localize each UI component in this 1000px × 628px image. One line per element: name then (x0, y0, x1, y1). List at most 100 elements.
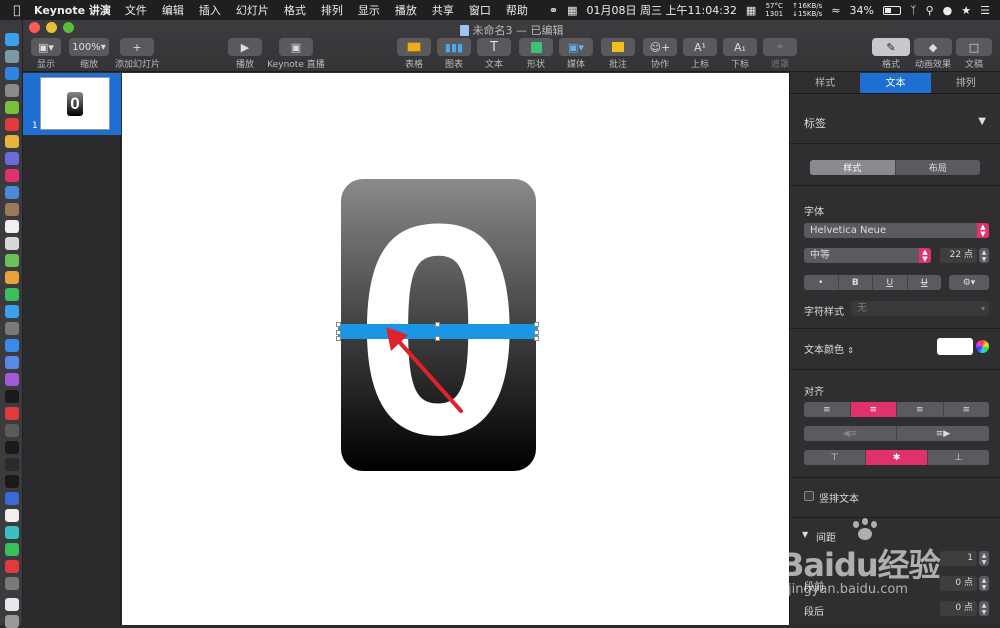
chrome-icon[interactable] (5, 135, 19, 148)
notification-icon[interactable]: ● (943, 4, 953, 17)
music-icon[interactable] (5, 356, 19, 369)
app-icon[interactable] (5, 152, 19, 165)
tab-text[interactable]: 文本 (860, 73, 931, 93)
text-options-button[interactable]: ⚙▾ (949, 275, 989, 290)
increase-indent-icon[interactable]: ≡▶ (897, 426, 989, 441)
slide[interactable]: 0 (122, 73, 789, 625)
rocket-icon[interactable] (5, 84, 19, 97)
apple-menu-icon[interactable]:  (0, 3, 34, 17)
align-middle-icon[interactable]: ✱ (866, 450, 928, 465)
tab-style[interactable]: 样式 (790, 73, 860, 93)
slide-thumbnail-image[interactable]: 0 (40, 77, 110, 130)
battery-icon[interactable] (882, 5, 901, 15)
strikethrough-button[interactable]: U (908, 275, 942, 290)
align-justify-icon[interactable]: ≡ (944, 402, 990, 417)
star-icon[interactable]: ★ (961, 4, 971, 17)
app-icon[interactable] (5, 203, 19, 216)
tv-icon[interactable] (5, 390, 19, 403)
underline-button[interactable]: U (873, 275, 908, 290)
character-options-icon[interactable]: • (804, 275, 839, 290)
comment-button[interactable]: 批注 (601, 38, 635, 70)
subtab-style[interactable]: 样式 (810, 160, 896, 175)
document-button[interactable]: □ 文稿 (955, 38, 993, 70)
tab-arrange[interactable]: 排列 (931, 73, 1000, 93)
app-icon[interactable] (5, 526, 19, 539)
activity-icon[interactable] (5, 458, 19, 471)
align-center-icon[interactable]: ≡ (850, 402, 897, 417)
chevron-down-icon[interactable]: ▼ (978, 116, 986, 127)
bluetooth-icon[interactable]: ᛉ (910, 4, 917, 17)
app-icon[interactable] (5, 169, 19, 182)
color-wheel-icon[interactable] (976, 340, 989, 353)
app-icon[interactable] (5, 305, 19, 318)
menu-file[interactable]: 文件 (125, 2, 147, 18)
before-paragraph-stepper[interactable]: ▲ ▼ (979, 576, 989, 591)
app-icon[interactable] (5, 254, 19, 267)
font-size-stepper[interactable]: ▲ ▼ (979, 248, 989, 263)
slide-thumbnail-selected[interactable]: 0 1 (23, 73, 121, 135)
zoom-button[interactable]: 100% ▾ 缩放 (67, 38, 111, 70)
yandex-icon[interactable] (5, 509, 19, 522)
menu-insert[interactable]: 插入 (199, 2, 221, 18)
animate-button[interactable]: ◆ 动画效果 (913, 38, 953, 70)
vertical-text-checkbox[interactable] (804, 491, 814, 501)
terminal-icon[interactable] (5, 441, 19, 454)
app-icon[interactable] (5, 186, 19, 199)
menu-help[interactable]: 帮助 (506, 2, 528, 18)
menu-share[interactable]: 共享 (432, 2, 454, 18)
align-bottom-icon[interactable]: ⊥ (928, 450, 989, 465)
mask-button[interactable]: ⌖ 遮罩 (763, 38, 797, 70)
before-paragraph-field[interactable]: 0 点 (940, 576, 977, 591)
menu-view[interactable]: 显示 (358, 2, 380, 18)
app-icon[interactable] (5, 475, 19, 488)
font-size-field[interactable]: 22 点 (940, 248, 977, 263)
align-left-icon[interactable]: ≡ (804, 402, 851, 417)
trash-icon[interactable] (5, 615, 19, 628)
shape-button[interactable]: 形状 (519, 38, 553, 70)
launchpad-icon[interactable] (5, 50, 19, 63)
messages-icon[interactable] (5, 288, 19, 301)
menu-edit[interactable]: 编辑 (162, 2, 184, 18)
line-spacing-field[interactable]: 1 (940, 551, 977, 566)
document-icon[interactable] (5, 598, 19, 611)
wifi-icon[interactable]: ≈ (831, 4, 840, 17)
bold-button[interactable]: B (839, 275, 873, 290)
vpn-icon[interactable] (5, 492, 19, 505)
line-spacing-stepper[interactable]: ▲ ▼ (979, 551, 989, 566)
menu-app-name[interactable]: Keynote 讲演 (34, 2, 111, 18)
chart-button[interactable]: ▮▮▮ 图表 (437, 38, 471, 70)
subscript-button[interactable]: A₁ 下标 (723, 38, 757, 70)
app-icon[interactable] (5, 322, 19, 335)
add-slide-button[interactable]: + 添加幻灯片 (115, 38, 160, 70)
app-icon[interactable] (5, 560, 19, 573)
app-icon[interactable] (5, 118, 19, 131)
menu-window[interactable]: 窗口 (469, 2, 491, 18)
after-paragraph-stepper[interactable]: ▲ ▼ (979, 601, 989, 616)
vivaldi-icon[interactable] (5, 407, 19, 420)
battery-percent[interactable]: 34% (850, 4, 874, 17)
calendar-icon[interactable]: ▦ (567, 4, 577, 17)
decrease-indent-icon[interactable]: ◀≡ (804, 426, 897, 441)
paragraph-style-name[interactable]: 标签 (804, 115, 826, 131)
media-button[interactable]: ▣▾ 媒体 (559, 38, 593, 70)
podcasts-icon[interactable] (5, 373, 19, 386)
play-button[interactable]: ▶ 播放 (227, 38, 263, 70)
text-color-well[interactable] (937, 338, 973, 355)
photos-icon[interactable] (5, 271, 19, 284)
keynote-live-button[interactable]: ▣ Keynote 直播 (267, 38, 325, 70)
collaborate-button[interactable]: ☺+ 协作 (641, 38, 679, 70)
clock-text[interactable]: 01月08日 周三 上午11:04:32 (587, 2, 737, 18)
app-icon[interactable] (5, 424, 19, 437)
superscript-button[interactable]: A¹ 上标 (683, 38, 717, 70)
view-button[interactable]: ▣▾ 显示 (29, 38, 63, 70)
font-weight-select[interactable]: 中等 ▲ ▼ (804, 248, 931, 263)
keynote-dock-icon[interactable] (5, 339, 19, 352)
character-style-select[interactable]: 无 ▾ (851, 301, 989, 316)
menu-format[interactable]: 格式 (284, 2, 306, 18)
menu-play[interactable]: 播放 (395, 2, 417, 18)
font-name-select[interactable]: Helvetica Neue ▲ ▼ (804, 223, 989, 238)
slide-canvas[interactable]: 0 (122, 73, 789, 625)
safari-icon[interactable] (5, 67, 19, 80)
text-button[interactable]: T 文本 (477, 38, 511, 70)
menu-slide[interactable]: 幻灯片 (236, 2, 269, 18)
